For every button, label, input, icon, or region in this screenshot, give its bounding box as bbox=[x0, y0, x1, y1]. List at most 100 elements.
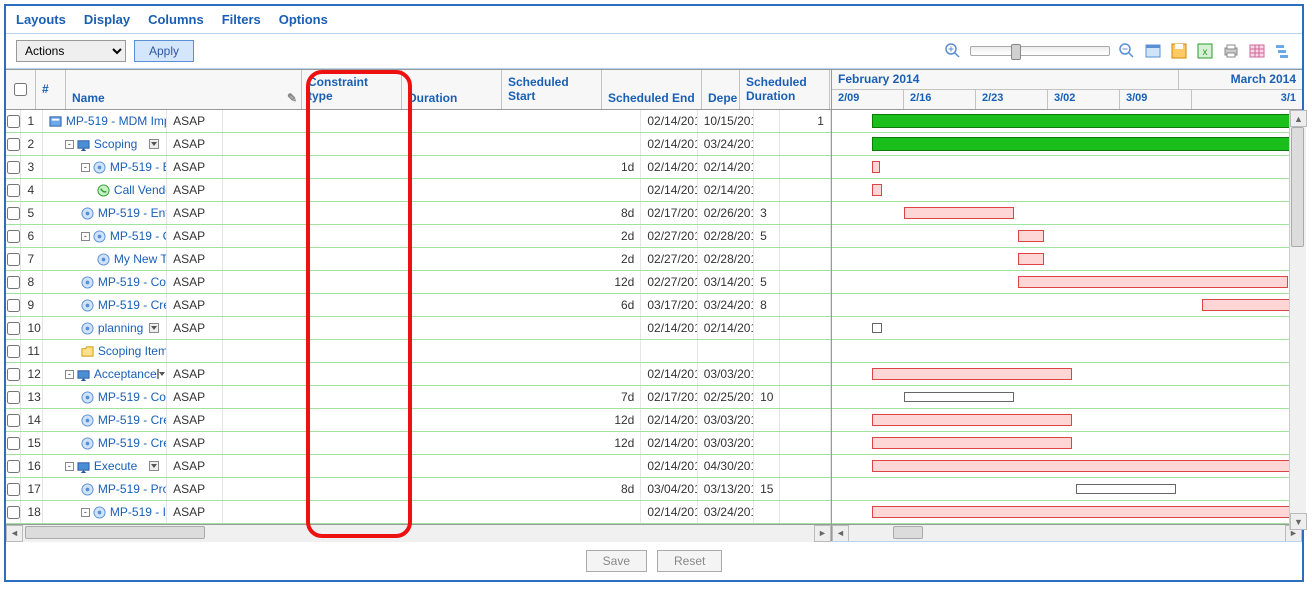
row-checkbox[interactable] bbox=[7, 115, 20, 128]
scheduled-duration-cell[interactable] bbox=[780, 225, 831, 247]
row-name-cell[interactable]: MP-519 - MDM Implementation bbox=[43, 110, 167, 132]
gantt-bar[interactable] bbox=[1076, 484, 1176, 494]
scheduled-start-cell[interactable]: 02/27/2014 bbox=[641, 225, 697, 247]
row-checkbox[interactable] bbox=[7, 161, 20, 174]
duration-cell[interactable] bbox=[223, 317, 641, 339]
gantt-icon[interactable] bbox=[1274, 42, 1292, 60]
excel-icon[interactable]: x bbox=[1196, 42, 1214, 60]
scheduled-start-cell[interactable]: 03/04/2014 bbox=[641, 478, 697, 500]
row-checkbox[interactable] bbox=[7, 391, 20, 404]
col-constraint-type[interactable]: Constrainttype bbox=[302, 70, 402, 109]
scheduled-end-cell[interactable]: 04/30/2014 bbox=[698, 455, 754, 477]
constraint-type-cell[interactable]: ASAP bbox=[167, 455, 223, 477]
col-scheduled-start[interactable]: ScheduledStart bbox=[502, 70, 602, 109]
constraint-type-cell[interactable]: ASAP bbox=[167, 501, 223, 523]
constraint-type-cell[interactable]: ASAP bbox=[167, 409, 223, 431]
gantt-bar[interactable] bbox=[904, 392, 1014, 402]
dependency-cell[interactable] bbox=[754, 110, 779, 132]
row-menu-icon[interactable] bbox=[149, 323, 159, 333]
gantt-bar[interactable] bbox=[872, 323, 882, 333]
scheduled-duration-cell[interactable] bbox=[780, 455, 831, 477]
save-button[interactable]: Save bbox=[586, 550, 647, 572]
duration-cell[interactable]: 12d bbox=[223, 271, 641, 293]
dependency-cell[interactable] bbox=[754, 179, 779, 201]
duration-cell[interactable]: 12d bbox=[223, 409, 641, 431]
scheduled-end-cell[interactable]: 03/24/2014 bbox=[698, 501, 754, 523]
constraint-type-cell[interactable]: ASAP bbox=[167, 432, 223, 454]
constraint-type-cell[interactable]: ASAP bbox=[167, 317, 223, 339]
scheduled-duration-cell[interactable] bbox=[780, 340, 831, 362]
task-link[interactable]: MP-519 - Create Resource P bbox=[98, 298, 167, 312]
task-link[interactable]: MP-519 - Create Test Plan bbox=[98, 436, 167, 450]
constraint-type-cell[interactable]: ASAP bbox=[167, 156, 223, 178]
row-name-cell[interactable]: My New Task bbox=[43, 248, 167, 270]
col-duration[interactable]: Duration bbox=[402, 70, 502, 109]
scheduled-duration-cell[interactable] bbox=[780, 294, 831, 316]
scheduled-duration-cell[interactable] bbox=[780, 248, 831, 270]
scheduled-start-cell[interactable]: 02/27/2014 bbox=[641, 248, 697, 270]
scheduled-end-cell[interactable]: 02/28/2014 bbox=[698, 225, 754, 247]
row-menu-icon[interactable] bbox=[149, 461, 159, 471]
dependency-cell[interactable]: 15 bbox=[754, 478, 779, 500]
menu-columns[interactable]: Columns bbox=[148, 12, 204, 27]
constraint-type-cell[interactable]: ASAP bbox=[167, 248, 223, 270]
task-link[interactable]: planning bbox=[98, 321, 143, 335]
row-checkbox[interactable] bbox=[7, 184, 20, 197]
row-checkbox[interactable] bbox=[7, 253, 20, 266]
task-link[interactable]: MP-519 - Complete Commu bbox=[98, 275, 167, 289]
task-link[interactable]: Call Vendor for Quote bbox=[114, 183, 167, 197]
scheduled-duration-cell[interactable] bbox=[780, 271, 831, 293]
calendar-icon[interactable] bbox=[1144, 42, 1162, 60]
scheduled-start-cell[interactable]: 02/14/2014 bbox=[641, 455, 697, 477]
scheduled-end-cell[interactable]: 02/14/2014 bbox=[698, 179, 754, 201]
scheduled-start-cell[interactable]: 02/17/2014 bbox=[641, 202, 697, 224]
row-checkbox[interactable] bbox=[7, 299, 20, 312]
dependency-cell[interactable] bbox=[754, 501, 779, 523]
scheduled-start-cell[interactable]: 02/14/2014 bbox=[641, 409, 697, 431]
scheduled-start-cell[interactable]: 02/14/2014 bbox=[641, 317, 697, 339]
dependency-cell[interactable] bbox=[754, 363, 779, 385]
scheduled-duration-cell[interactable] bbox=[780, 409, 831, 431]
menu-filters[interactable]: Filters bbox=[222, 12, 261, 27]
right-horizontal-scrollbar[interactable]: ◄ ► bbox=[832, 524, 1302, 541]
scheduled-start-cell[interactable]: 02/14/2014✔ bbox=[641, 133, 697, 155]
scheduled-end-cell[interactable]: 03/24/2014 bbox=[698, 133, 754, 155]
task-link[interactable]: Acceptance bbox=[94, 367, 157, 381]
row-checkbox[interactable] bbox=[7, 230, 20, 243]
dependency-cell[interactable]: 3 bbox=[754, 202, 779, 224]
left-horizontal-scrollbar[interactable]: ◄ ► bbox=[6, 524, 831, 541]
scheduled-end-cell[interactable]: 03/03/2014 bbox=[698, 409, 754, 431]
duration-cell[interactable] bbox=[223, 363, 641, 385]
constraint-type-cell[interactable]: ASAP bbox=[167, 271, 223, 293]
row-name-cell[interactable]: MP-519 - Complete Commu bbox=[43, 271, 167, 293]
scheduled-end-cell[interactable]: 03/14/2014 bbox=[698, 271, 754, 293]
row-name-cell[interactable]: -Scoping bbox=[43, 133, 167, 155]
dependency-cell[interactable]: 8 bbox=[754, 294, 779, 316]
actions-select[interactable]: Actions bbox=[16, 40, 126, 62]
task-link[interactable]: Scoping Items bbox=[98, 344, 167, 358]
scheduled-start-cell[interactable]: 02/14/2014 bbox=[641, 432, 697, 454]
col-dependencies[interactable]: Depe bbox=[702, 70, 740, 109]
scheduled-duration-cell[interactable] bbox=[780, 133, 831, 155]
scheduled-end-cell[interactable] bbox=[698, 340, 754, 362]
scheduled-start-cell[interactable]: 02/14/2014 bbox=[641, 363, 697, 385]
zoom-slider[interactable] bbox=[970, 46, 1110, 56]
duration-cell[interactable] bbox=[223, 455, 641, 477]
gantt-bar[interactable] bbox=[872, 460, 1292, 472]
scheduled-duration-cell[interactable] bbox=[780, 202, 831, 224]
scheduled-start-cell[interactable]: 02/27/2014 bbox=[641, 271, 697, 293]
row-checkbox[interactable] bbox=[7, 506, 20, 519]
col-name[interactable]: Name✎ bbox=[66, 70, 302, 109]
row-name-cell[interactable]: MP-519 - Create Resource P bbox=[43, 294, 167, 316]
zoom-out-icon[interactable] bbox=[1118, 42, 1136, 60]
row-name-cell[interactable]: MP-519 - Project Kick Off Ev bbox=[43, 478, 167, 500]
duration-cell[interactable]: 7d bbox=[223, 386, 641, 408]
duration-cell[interactable] bbox=[223, 110, 641, 132]
dependency-cell[interactable] bbox=[754, 317, 779, 339]
scheduled-duration-cell[interactable] bbox=[780, 317, 831, 339]
dependency-cell[interactable] bbox=[754, 156, 779, 178]
select-all-checkbox[interactable] bbox=[14, 83, 27, 96]
task-link[interactable]: MP-519 - MDM Implementation bbox=[66, 114, 167, 128]
menu-options[interactable]: Options bbox=[279, 12, 328, 27]
row-name-cell[interactable]: -Execute bbox=[43, 455, 167, 477]
